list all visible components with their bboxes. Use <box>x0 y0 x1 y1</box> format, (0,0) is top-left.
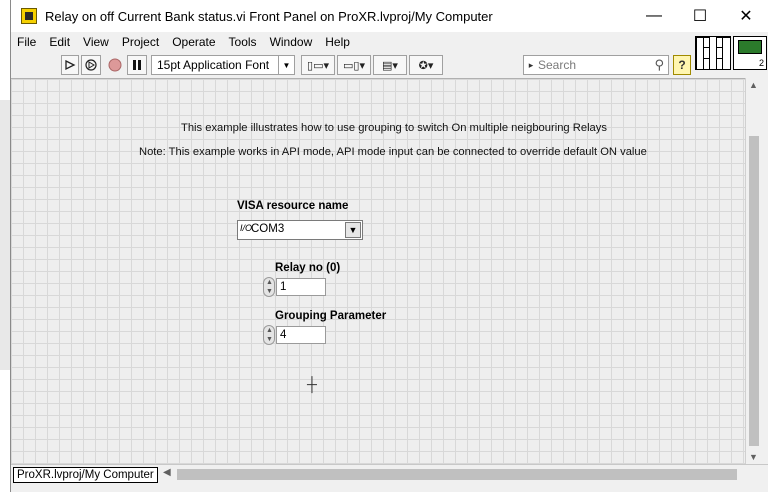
relay-no-stepper[interactable]: ▲ ▼ <box>263 277 275 297</box>
decrement-arrow-icon[interactable]: ▼ <box>266 288 273 295</box>
align-objects-icon[interactable]: ▯▭▾ <box>301 55 335 75</box>
menu-window[interactable]: Window <box>270 35 313 49</box>
chevron-down-icon: ▼ <box>278 56 294 74</box>
font-selector-value: 15pt Application Font <box>157 58 270 72</box>
chevron-down-icon[interactable]: ▼ <box>345 222 361 238</box>
relay-no-label: Relay no (0) <box>275 262 341 274</box>
font-selector[interactable]: 15pt Application Font ▼ <box>151 55 295 75</box>
resize-objects-icon[interactable]: ▤▾ <box>373 55 407 75</box>
reorder-icon[interactable]: ✪▾ <box>409 55 443 75</box>
note-text: Note: This example works in API mode, AP… <box>139 146 647 158</box>
toolbar: 15pt Application Font ▼ ▯▭▾ ▭▯▾ ▤▾ ✪▾ ▸ … <box>11 52 691 78</box>
increment-arrow-icon[interactable]: ▲ <box>266 279 273 286</box>
scroll-down-icon[interactable]: ▼ <box>749 452 758 462</box>
vertical-scroll-thumb[interactable] <box>749 136 759 446</box>
menu-help[interactable]: Help <box>325 35 350 49</box>
relay-no-control[interactable]: ▲ ▼ 1 <box>263 277 329 297</box>
window-title: Relay on off Current Bank status.vi Fron… <box>45 8 493 24</box>
menu-file[interactable]: File <box>17 35 36 49</box>
crosshair-cursor-icon: ┼ <box>307 376 317 392</box>
decrement-arrow-icon[interactable]: ▼ <box>266 336 273 343</box>
menu-bar: File Edit View Project Operate Tools Win… <box>11 32 768 52</box>
description-text: This example illustrates how to use grou… <box>181 122 607 134</box>
visa-resource-control[interactable]: I/O COM3 ▼ <box>237 220 363 240</box>
scroll-up-icon[interactable]: ▲ <box>749 80 758 90</box>
search-icon[interactable]: ⚲ <box>654 57 664 73</box>
distribute-objects-icon[interactable]: ▭▯▾ <box>337 55 371 75</box>
monitor-icon <box>738 40 762 54</box>
scroll-left-icon[interactable]: ◀ <box>163 467 171 478</box>
abort-icon[interactable] <box>106 55 124 75</box>
grouping-parameter-control[interactable]: ▲ ▼ 4 <box>263 325 329 345</box>
title-bar[interactable]: Relay on off Current Bank status.vi Fron… <box>11 0 768 32</box>
run-continuously-icon[interactable] <box>81 55 101 75</box>
horizontal-scroll-thumb[interactable] <box>177 469 737 480</box>
search-input[interactable]: Search <box>538 58 576 72</box>
visa-resource-label: VISA resource name <box>237 200 349 212</box>
labview-vi-icon <box>21 8 37 24</box>
menu-operate[interactable]: Operate <box>172 35 215 49</box>
minimize-button[interactable]: — <box>631 0 677 32</box>
search-options-icon[interactable]: ▸ <box>524 60 538 71</box>
vertical-scrollbar[interactable]: ▲ ▼ <box>745 78 761 464</box>
grouping-parameter-label: Grouping Parameter <box>275 310 387 322</box>
search-box[interactable]: ▸ Search ⚲ <box>523 55 669 75</box>
grouping-parameter-stepper[interactable]: ▲ ▼ <box>263 325 275 345</box>
connector-pane[interactable] <box>695 36 731 70</box>
window-controls: — ☐ ✕ <box>631 0 768 32</box>
front-panel-window: Relay on off Current Bank status.vi Fron… <box>10 0 768 492</box>
front-panel-canvas[interactable]: This example illustrates how to use grou… <box>11 78 745 464</box>
pause-icon[interactable] <box>127 55 147 75</box>
menu-project[interactable]: Project <box>122 35 159 49</box>
increment-arrow-icon[interactable]: ▲ <box>266 327 273 334</box>
vi-icon-number: 2 <box>758 58 764 68</box>
grouping-parameter-input[interactable]: 4 <box>276 326 326 344</box>
close-button[interactable]: ✕ <box>723 0 768 32</box>
maximize-button[interactable]: ☐ <box>677 0 723 32</box>
menu-view[interactable]: View <box>83 35 109 49</box>
status-bar: ProXR.lvproj/My Computer ◀ <box>11 464 768 484</box>
relay-no-input[interactable]: 1 <box>276 278 326 296</box>
background-window-edge <box>0 100 10 370</box>
run-arrow-icon[interactable] <box>61 55 79 75</box>
vi-icon[interactable]: 2 <box>733 36 767 70</box>
project-context-label[interactable]: ProXR.lvproj/My Computer <box>13 467 158 483</box>
visa-resource-value[interactable]: COM3 <box>251 223 284 235</box>
menu-edit[interactable]: Edit <box>49 35 70 49</box>
context-help-button[interactable]: ? <box>673 55 691 75</box>
menu-tools[interactable]: Tools <box>229 35 257 49</box>
